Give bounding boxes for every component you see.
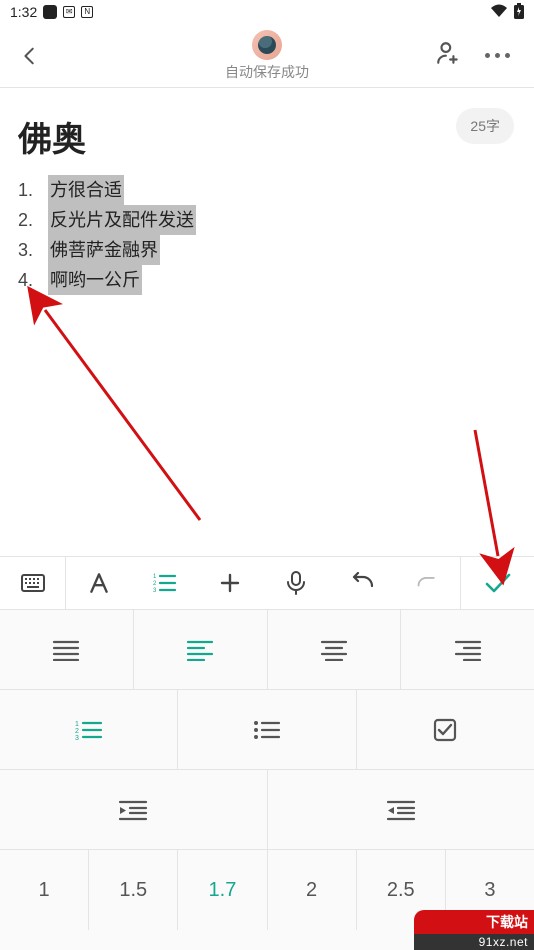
save-status: 自动保存成功 <box>225 62 309 82</box>
confirm-button[interactable] <box>460 557 534 609</box>
svg-text:2: 2 <box>75 728 79 735</box>
list-item: 啊哟一公斤 <box>18 265 516 295</box>
align-left-icon <box>186 639 214 661</box>
word-count-badge: 25字 <box>456 108 514 144</box>
paragraph-button[interactable]: 1 2 3 <box>132 557 198 609</box>
align-center-button[interactable] <box>268 610 402 689</box>
person-add-icon <box>435 40 461 66</box>
check-icon <box>484 572 512 594</box>
insert-button[interactable] <box>197 557 263 609</box>
status-bar: 1:32 ✉ N <box>0 0 534 24</box>
alignment-row <box>0 610 534 690</box>
checkbox-icon <box>433 718 457 742</box>
align-right-button[interactable] <box>401 610 534 689</box>
indent-decrease-icon <box>386 799 416 821</box>
align-left-button[interactable] <box>134 610 268 689</box>
ordered-list-icon: 1 2 3 <box>75 719 103 741</box>
undo-icon <box>349 572 375 594</box>
keyboard-button[interactable] <box>0 557 66 609</box>
align-right-icon <box>454 639 482 661</box>
redo-icon <box>416 572 438 594</box>
svg-text:2: 2 <box>153 581 157 587</box>
list-style-row: 1 2 3 <box>0 690 534 770</box>
svg-text:1: 1 <box>75 721 79 728</box>
font-icon <box>86 570 112 596</box>
note-title[interactable]: 佛奥 <box>18 112 516 161</box>
list-item: 反光片及配件发送 <box>18 205 516 235</box>
spacing-option[interactable]: 1.5 <box>89 850 178 930</box>
spacing-option[interactable]: 2 <box>268 850 357 930</box>
dot-icon <box>485 53 490 58</box>
status-time: 1:32 <box>10 4 37 20</box>
indent-increase-button[interactable] <box>0 770 268 849</box>
back-button[interactable] <box>0 24 60 88</box>
align-center-icon <box>320 639 348 661</box>
checklist-button[interactable] <box>357 690 534 769</box>
wifi-icon <box>490 4 508 21</box>
note-list[interactable]: 方很合适 反光片及配件发送 佛菩萨金融界 啊哟一公斤 <box>18 175 516 295</box>
voice-button[interactable] <box>263 557 329 609</box>
list-item: 方很合适 <box>18 175 516 205</box>
font-button[interactable] <box>66 557 132 609</box>
numbered-list-icon: 1 2 3 <box>153 572 177 594</box>
bullet-list-icon <box>253 719 281 741</box>
svg-text:3: 3 <box>153 588 157 594</box>
svg-text:1: 1 <box>153 574 157 580</box>
indent-increase-icon <box>118 799 148 821</box>
spacing-option[interactable]: 1 <box>0 850 89 930</box>
dot-icon <box>505 53 510 58</box>
keyboard-icon <box>21 574 45 592</box>
indent-decrease-button[interactable] <box>268 770 534 849</box>
spacing-option[interactable]: 2.5 <box>357 850 446 930</box>
avatar[interactable] <box>252 30 282 60</box>
ordered-list-button[interactable]: 1 2 3 <box>0 690 178 769</box>
undo-button[interactable] <box>329 557 395 609</box>
svg-text:3: 3 <box>75 735 79 741</box>
dot-icon <box>495 53 500 58</box>
status-mail-icon: ✉ <box>63 6 75 18</box>
more-button[interactable] <box>485 53 510 58</box>
top-bar: 自动保存成功 <box>0 24 534 88</box>
note-content[interactable]: 佛奥 方很合适 反光片及配件发送 佛菩萨金融界 啊哟一公斤 <box>0 88 534 295</box>
chevron-left-icon <box>19 45 41 67</box>
align-justify-icon <box>52 639 80 661</box>
status-app-icon <box>43 5 57 19</box>
battery-icon <box>514 3 524 22</box>
toolbar: 1 2 3 <box>0 556 534 610</box>
format-panel: 1 2 3 <box>0 610 534 950</box>
status-notif-icon: N <box>81 6 93 18</box>
indent-row <box>0 770 534 850</box>
redo-button[interactable] <box>394 557 460 609</box>
spacing-option[interactable]: 3 <box>446 850 534 930</box>
add-user-button[interactable] <box>435 40 461 71</box>
bullet-list-button[interactable] <box>178 690 356 769</box>
align-justify-button[interactable] <box>0 610 134 689</box>
line-spacing-row: 1 1.5 1.7 2 2.5 3 <box>0 850 534 930</box>
plus-icon <box>218 571 242 595</box>
spacing-option[interactable]: 1.7 <box>178 850 267 930</box>
list-item: 佛菩萨金融界 <box>18 235 516 265</box>
microphone-icon <box>285 570 307 596</box>
